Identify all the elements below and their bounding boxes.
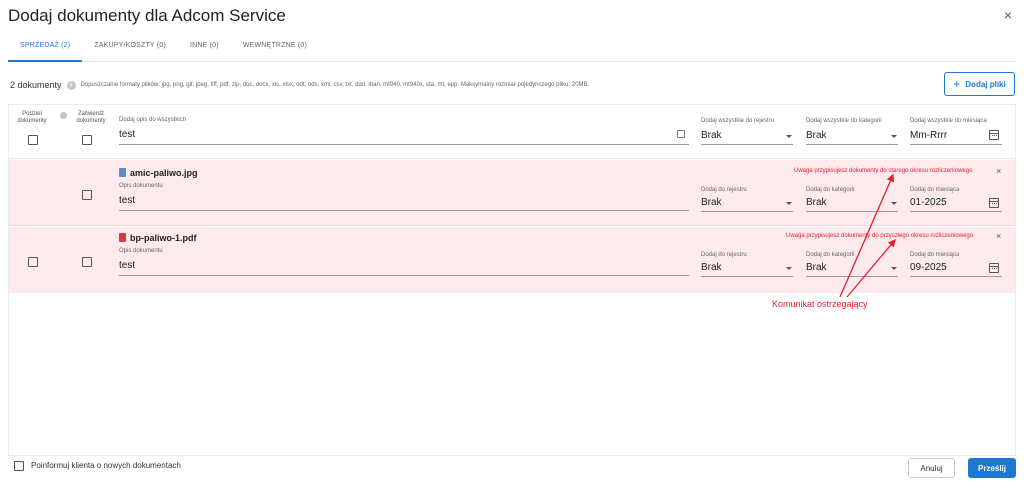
table-header-row: Podziel dokumenty Zatwierdź dokumenty Do… xyxy=(9,105,1015,159)
annotation-label: Komunikat ostrzegający xyxy=(772,299,868,309)
description-input[interactable]: test xyxy=(119,195,135,206)
tab-sprzedaz[interactable]: SPRZEDAŻ (2) xyxy=(8,38,83,62)
file-name: bp-paliwo-1.pdf xyxy=(130,233,197,243)
description-all-label: Dodaj opis do wszystkich xyxy=(119,117,187,123)
warning-message: Uwaga przypisujesz dokumenty do przyszłe… xyxy=(786,233,974,239)
register-underline xyxy=(701,211,793,212)
month-label: Dodaj do miesiąca xyxy=(910,252,960,258)
image-file-icon xyxy=(119,168,126,177)
notify-client-checkbox[interactable] xyxy=(14,461,24,471)
category-all-underline xyxy=(806,144,898,145)
register-select[interactable]: Brak xyxy=(701,197,722,208)
description-all-input[interactable]: test xyxy=(119,129,135,140)
info-icon[interactable]: i xyxy=(66,80,76,90)
category-all-select[interactable]: Brak xyxy=(806,130,827,141)
chevron-down-icon[interactable] xyxy=(891,202,897,205)
month-underline xyxy=(910,276,1002,277)
send-button[interactable]: Prześlij xyxy=(968,458,1016,478)
register-all-label: Dodaj wszystkie do rejestru xyxy=(701,118,775,124)
register-label: Dodaj do rejestru xyxy=(701,252,747,258)
month-input[interactable]: 09-2025 xyxy=(910,262,947,273)
add-files-label: Dodaj pliki xyxy=(965,79,1006,89)
chevron-down-icon[interactable] xyxy=(891,267,897,270)
chevron-down-icon[interactable] xyxy=(786,267,792,270)
calendar-icon[interactable] xyxy=(989,130,999,140)
tab-inne[interactable]: INNE (0) xyxy=(178,38,231,62)
file-name: amic-paliwo.jpg xyxy=(130,168,198,178)
close-icon[interactable]: × xyxy=(1004,7,1012,23)
category-underline xyxy=(806,276,898,277)
allowed-formats-text: Dopuszczalne formaty plików: jpg, png, g… xyxy=(80,82,590,88)
register-all-underline xyxy=(701,144,793,145)
month-all-input[interactable]: Mm-Rrrr xyxy=(910,130,947,141)
category-underline xyxy=(806,211,898,212)
month-underline xyxy=(910,211,1002,212)
warning-message: Uwaga przypisujesz dokumenty do starego … xyxy=(794,168,973,174)
approve-document-checkbox[interactable] xyxy=(82,257,92,267)
approve-all-checkbox[interactable] xyxy=(82,135,92,145)
month-all-label: Dodaj wszystkie do miesiąca xyxy=(910,118,987,124)
documents-table: Podziel dokumenty Zatwierdź dokumenty Do… xyxy=(8,104,1016,456)
chevron-down-icon[interactable] xyxy=(786,202,792,205)
description-label: Opis dokumentu xyxy=(119,248,163,254)
tab-wewnetrzne[interactable]: WEWNĘTRZNE (0) xyxy=(231,38,319,62)
calendar-icon[interactable] xyxy=(989,198,999,208)
calendar-icon[interactable] xyxy=(989,263,999,273)
description-underline xyxy=(119,210,689,211)
pdf-file-icon xyxy=(119,233,126,242)
category-select[interactable]: Brak xyxy=(806,262,827,273)
split-document-checkbox[interactable] xyxy=(28,257,38,267)
register-underline xyxy=(701,276,793,277)
description-all-underline xyxy=(119,144,689,145)
approve-document-checkbox[interactable] xyxy=(82,190,92,200)
cancel-button[interactable]: Anuluj xyxy=(908,458,955,478)
tab-zakupy-koszty[interactable]: ZAKUPY/KOSZTY (0) xyxy=(82,38,178,62)
notify-client-label: Poinformuj klienta o nowych dokumentach xyxy=(31,461,181,470)
table-row: bp-paliwo-1.pdf Opis dokumentu test Uwag… xyxy=(9,227,1015,293)
month-all-underline xyxy=(910,144,1002,145)
table-row: amic-paliwo.jpg Opis dokumentu test Uwag… xyxy=(9,160,1015,226)
category-select[interactable]: Brak xyxy=(806,197,827,208)
category-label: Dodaj do kategorii xyxy=(806,252,855,258)
description-input[interactable]: test xyxy=(119,260,135,271)
tab-bar: SPRZEDAŻ (2) ZAKUPY/KOSZTY (0) INNE (0) … xyxy=(8,38,1016,62)
register-all-select[interactable]: Brak xyxy=(701,130,722,141)
chevron-down-icon[interactable] xyxy=(786,135,792,138)
category-all-label: Dodaj wszystkie do kategorii xyxy=(806,118,882,124)
month-label: Dodaj do miesiąca xyxy=(910,187,960,193)
split-all-checkbox[interactable] xyxy=(28,135,38,145)
split-info-icon[interactable] xyxy=(60,112,67,119)
register-select[interactable]: Brak xyxy=(701,262,722,273)
approve-documents-label: Zatwierdź dokumenty xyxy=(76,111,106,124)
month-input[interactable]: 01-2025 xyxy=(910,197,947,208)
add-files-button[interactable]: + Dodaj pliki xyxy=(944,72,1015,96)
info-row: 2 dokumenty i Dopuszczalne formaty plikó… xyxy=(10,80,589,90)
plus-icon: + xyxy=(953,77,961,91)
category-label: Dodaj do kategorii xyxy=(806,187,855,193)
description-label: Opis dokumentu xyxy=(119,183,163,189)
register-label: Dodaj do rejestru xyxy=(701,187,747,193)
chevron-down-icon[interactable] xyxy=(891,135,897,138)
split-documents-label: Podziel dokumenty xyxy=(17,111,47,124)
dialog-title: Dodaj dokumenty dla Adcom Service xyxy=(8,6,286,25)
description-underline xyxy=(119,275,689,276)
document-count: 2 dokumenty xyxy=(10,80,62,90)
close-icon[interactable]: × xyxy=(996,166,1001,176)
expand-icon[interactable] xyxy=(677,130,685,138)
close-icon[interactable]: × xyxy=(996,231,1001,241)
